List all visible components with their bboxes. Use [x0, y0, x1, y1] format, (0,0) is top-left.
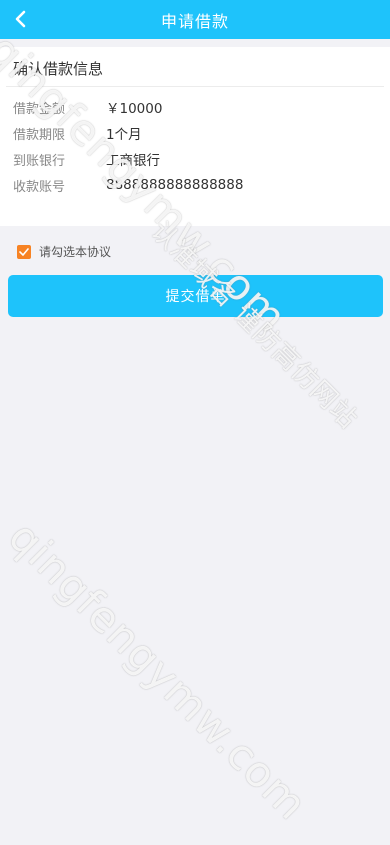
row-value: ￥10000	[106, 101, 163, 117]
page: 申请借款 确认借款信息 借款金额 ￥10000 借款期限 1个月 到账银行 工商…	[0, 0, 390, 845]
info-list: 借款金额 ￥10000 借款期限 1个月 到账银行 工商银行 收款账号 8888…	[0, 94, 390, 198]
row-label: 借款期限	[13, 127, 66, 143]
info-row-amount: 借款金额 ￥10000	[0, 94, 390, 120]
row-value: 1个月	[106, 127, 142, 143]
watermark-warning: 认准域名 谨防高仿网站	[144, 216, 364, 435]
info-row-term: 借款期限 1个月	[0, 120, 390, 146]
checkmark-icon	[19, 247, 29, 256]
agreement-checkbox[interactable]	[17, 244, 31, 259]
top-nav-bar: 申请借款	[0, 0, 390, 39]
info-row-bank: 到账银行 工商银行	[0, 146, 390, 172]
divider	[6, 86, 384, 87]
row-label: 到账银行	[13, 153, 66, 169]
watermark-domain-bottom: qingfengymw.com	[0, 512, 317, 830]
row-value: 8888888888888888	[106, 177, 244, 193]
agreement-checkbox-row[interactable]: 请勾选本协议	[17, 243, 111, 260]
loan-confirm-card: 确认借款信息 借款金额 ￥10000 借款期限 1个月 到账银行 工商银行 收款…	[0, 47, 390, 226]
back-button[interactable]	[6, 4, 36, 34]
card-title: 确认借款信息	[13, 60, 104, 78]
info-row-account: 收款账号 8888888888888888	[0, 172, 390, 198]
row-label: 收款账号	[13, 179, 66, 195]
row-label: 借款金额	[13, 101, 66, 117]
row-value: 工商银行	[106, 153, 160, 169]
page-title: 申请借款	[160, 11, 229, 31]
agreement-label[interactable]: 请勾选本协议	[39, 243, 111, 260]
chevron-left-icon	[15, 10, 26, 28]
submit-loan-button[interactable]: 提交借单	[8, 275, 383, 317]
